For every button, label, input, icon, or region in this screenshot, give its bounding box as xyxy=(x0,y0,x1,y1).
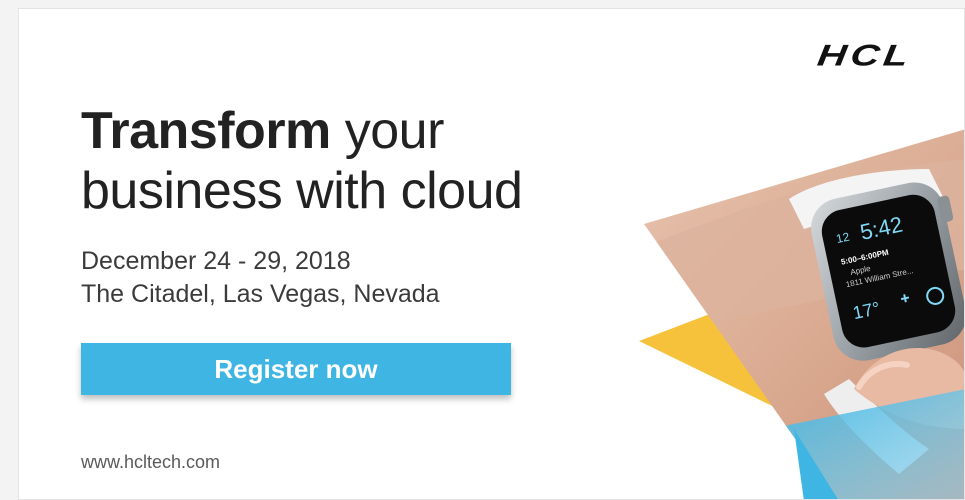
headline-bold-word: Transform xyxy=(81,102,331,160)
headline-line-2: business with cloud xyxy=(81,162,523,220)
headline: Transform your business with cloud xyxy=(81,101,523,221)
hcl-logo[interactable]: HCL xyxy=(815,39,914,73)
headline-line-1: Transform your xyxy=(81,101,522,161)
headline-line-1-rest: your xyxy=(330,102,445,160)
smartwatch-image: 12 5:42 5:00–6:00PM Apple 1811 William S… xyxy=(639,129,964,499)
register-now-button[interactable]: Register now xyxy=(81,343,511,395)
ad-banner[interactable]: HCL Transform your business with cloud D… xyxy=(18,8,965,500)
event-venue: The Citadel, Las Vegas, Nevada xyxy=(81,280,440,308)
event-date: December 24 - 29, 2018 xyxy=(81,247,351,275)
website-url[interactable]: www.hcltech.com xyxy=(81,452,220,473)
